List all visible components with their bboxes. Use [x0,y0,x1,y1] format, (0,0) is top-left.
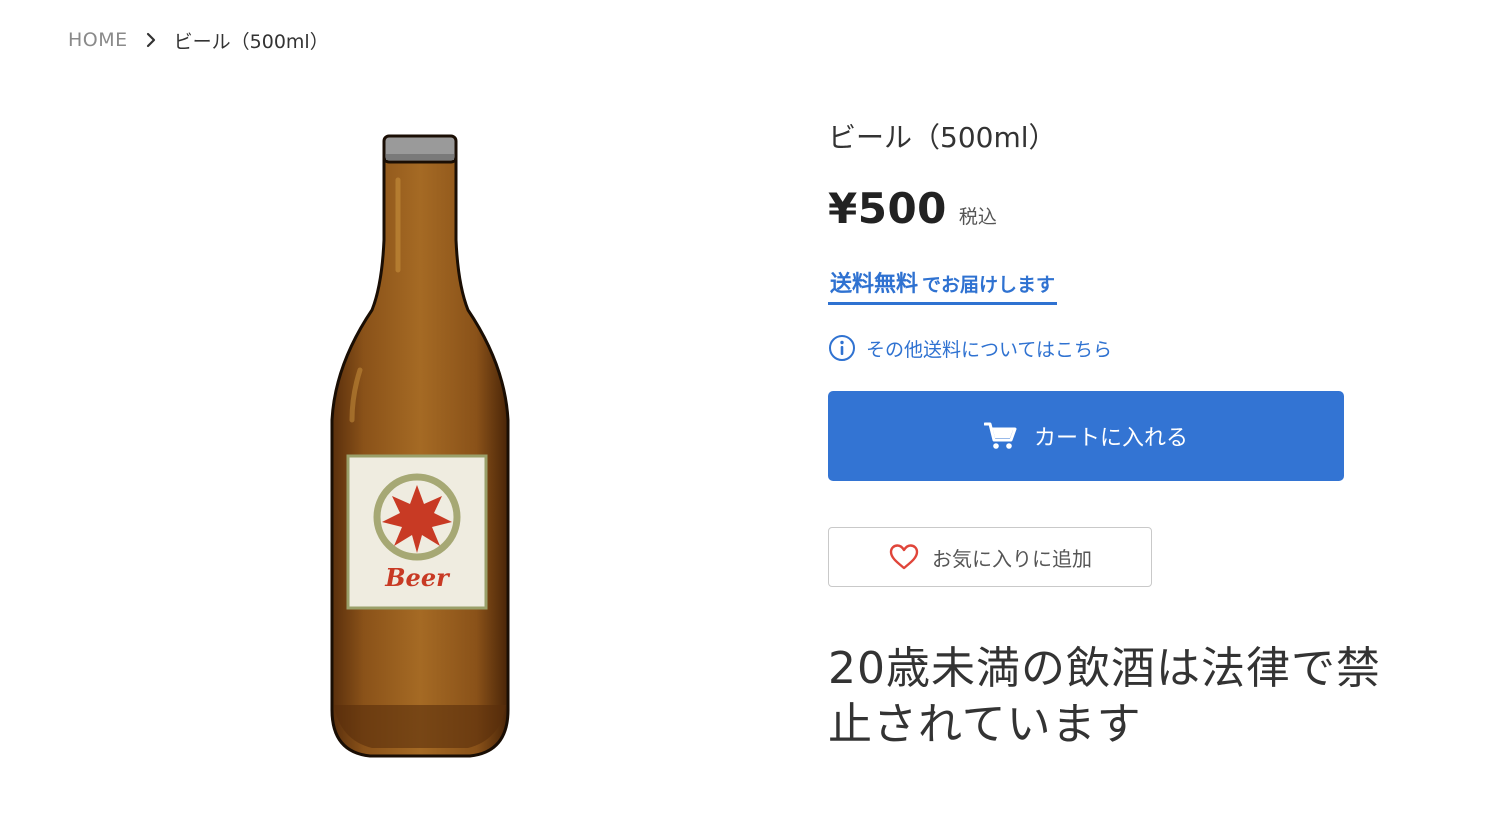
breadcrumb-home-link[interactable]: HOME [68,29,128,51]
product-info: ビール（500ml） ¥500 税込 送料無料 でお届けします その他送料について… [828,118,1388,753]
free-shipping-notice: 送料無料 でお届けします [828,266,1058,305]
price-row: ¥500 税込 [828,184,1388,234]
shipping-note: でお届けします [922,274,1056,296]
add-to-cart-label: カートに入れる [1033,426,1188,451]
add-to-favorites-label: お気に入りに追加 [932,546,1092,571]
cart-icon [983,421,1018,451]
age-warning: 20歳未満の飲酒は法律で禁止されています [828,643,1381,750]
chevron-right-icon [140,29,162,51]
info-icon [828,334,856,362]
breadcrumb-current: ビール（500ml） [173,30,329,53]
product-image: Beer [300,120,540,770]
heart-icon [888,543,920,571]
add-to-favorites-button[interactable]: お気に入りに追加 [828,527,1152,587]
product-price: ¥500 [828,184,947,233]
bottle-label-text: Beer [384,563,451,592]
other-shipping-link[interactable]: その他送料についてはこちら [828,333,1388,363]
breadcrumb: HOME ビール（500ml） [68,28,329,53]
free-shipping-label: 送料無料 [830,272,919,297]
beer-bottle-illustration: Beer [330,134,510,758]
add-to-cart-button[interactable]: カートに入れる [828,391,1344,481]
tax-note: 税込 [958,206,997,228]
other-shipping-text: その他送料についてはこちら [866,338,1113,361]
product-page: HOME ビール（500ml） Beer ビール（500ml） ¥500 税込 … [0,0,1500,815]
product-title: ビール（500ml） [828,121,1057,154]
